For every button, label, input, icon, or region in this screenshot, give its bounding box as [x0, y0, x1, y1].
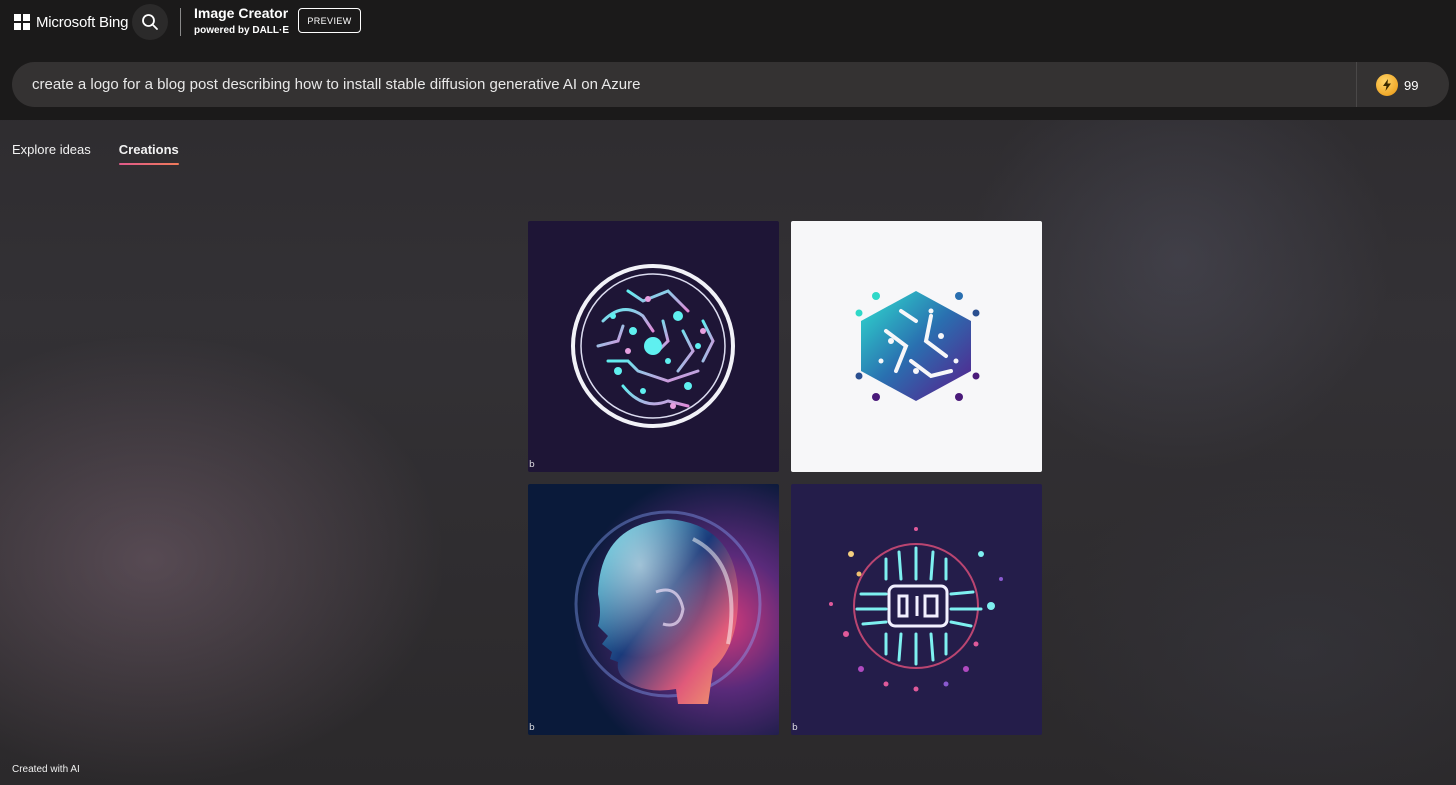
circuit-circle-image	[528, 221, 779, 472]
microsoft-logo-icon	[14, 14, 30, 30]
preview-badge: PREVIEW	[298, 8, 361, 33]
boosts-counter[interactable]: 99	[1376, 73, 1418, 97]
bing-brand-link[interactable]: Microsoft Bing	[14, 11, 128, 33]
watermark: b	[529, 723, 535, 733]
search-button[interactable]	[132, 4, 168, 40]
glass-head-image	[528, 484, 779, 735]
hexagon-chip-image	[791, 221, 1042, 472]
brand-name: Microsoft Bing	[36, 13, 129, 31]
tab-creations[interactable]: Creations	[118, 142, 179, 165]
image-tile-glass-head[interactable]: b	[528, 484, 779, 735]
image-tile-circuit-circle[interactable]: b	[528, 221, 779, 472]
watermark: b	[792, 723, 798, 733]
tab-explore-ideas[interactable]: Explore ideas	[12, 142, 91, 163]
chip-burst-image	[791, 484, 1042, 735]
prompt-divider	[1356, 62, 1357, 107]
prompt-bar: create a logo for a blog post describing…	[12, 62, 1449, 107]
image-tile-chip-burst[interactable]: b	[791, 484, 1042, 735]
tabs: Explore ideas Creations	[12, 142, 179, 165]
boosts-count: 99	[1404, 77, 1419, 93]
created-with-ai-note: Created with AI	[12, 764, 80, 775]
image-grid: b b b	[528, 221, 1042, 735]
boost-coin-icon	[1376, 74, 1398, 96]
top-header: Microsoft Bing Image Creator powered by …	[0, 0, 1456, 120]
watermark: b	[529, 460, 535, 470]
image-tile-hexagon-chip[interactable]	[791, 221, 1042, 472]
app-subtitle: powered by DALL·E	[194, 25, 290, 36]
search-icon	[142, 14, 158, 30]
app-title-block[interactable]: Image Creator powered by DALL·E	[194, 5, 289, 38]
prompt-input[interactable]: create a logo for a blog post describing…	[12, 62, 1356, 107]
app-title: Image Creator	[194, 5, 289, 21]
header-divider	[180, 8, 181, 36]
